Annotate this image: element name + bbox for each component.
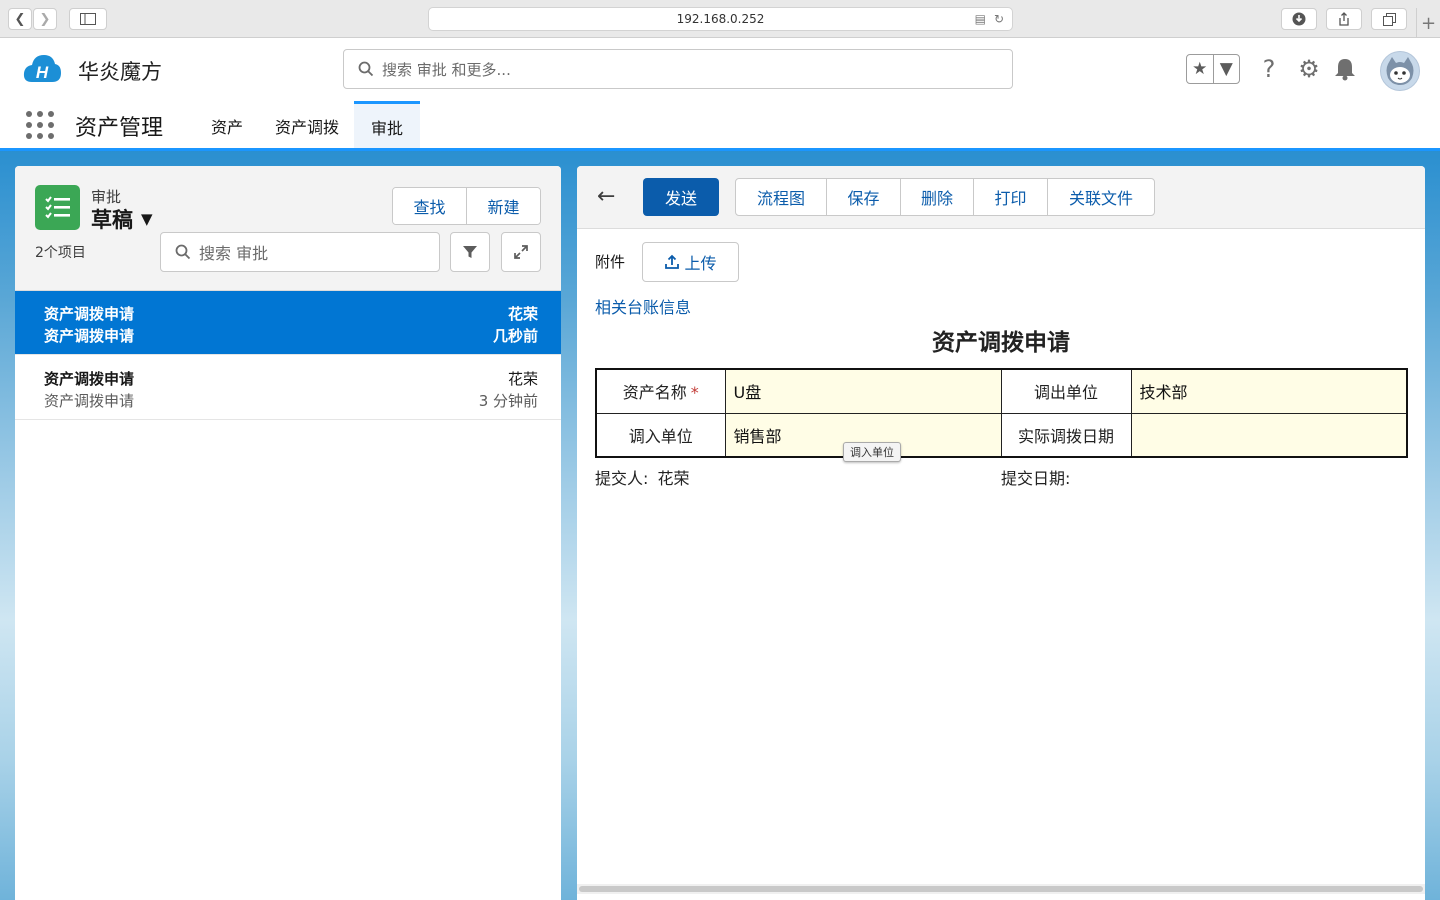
nav-tab-assets[interactable]: 资产 — [200, 101, 254, 150]
reload-icon[interactable]: ↻ — [994, 12, 1004, 26]
find-button[interactable]: 查找 — [393, 188, 467, 224]
nav-tab-asset-transfer[interactable]: 资产调拨 — [264, 101, 350, 150]
url-text: 192.168.0.252 — [676, 12, 765, 26]
required-mark: * — [690, 383, 699, 403]
sidebar-toggle-button[interactable] — [69, 8, 107, 30]
detail-panel: ← 发送 流程图 保存 删除 打印 关联文件 附件 上传 相关台账信息 资产调拨… — [577, 166, 1425, 900]
tabs-icon — [1382, 12, 1396, 26]
reader-icon[interactable]: ▤ — [975, 12, 986, 26]
favorites-dropdown-button[interactable]: ▼ — [1214, 55, 1240, 83]
upload-icon — [665, 254, 680, 269]
svg-text:H: H — [36, 63, 49, 82]
search-icon — [175, 244, 191, 260]
browser-back-button[interactable]: ❮ — [8, 8, 32, 30]
brand-logo-icon: H — [23, 55, 61, 82]
help-icon[interactable]: ? — [1254, 52, 1284, 86]
attachment-label: 附件 — [595, 253, 626, 271]
transfer-form-table: 资产名称 * U盘 调出单位 技术部 调入单位 销售部 实际调拨日期 — [595, 368, 1408, 458]
related-ledger-link[interactable]: 相关台账信息 — [595, 294, 691, 318]
approval-object-icon — [35, 185, 80, 230]
global-search-placeholder: 搜索 审批 和更多... — [382, 60, 511, 79]
list-header: 审批 草稿 ▼ 查找 新建 2个项目 搜索 审批 — [15, 166, 561, 291]
print-button[interactable]: 打印 — [974, 179, 1048, 215]
notifications-bell-icon[interactable] — [1330, 52, 1360, 86]
filter-button[interactable] — [450, 232, 490, 272]
list-item-time: 几秒前 — [492, 327, 538, 345]
new-button[interactable]: 新建 — [467, 188, 540, 224]
asset-name-field[interactable]: U盘 — [724, 368, 1002, 414]
delete-button[interactable]: 删除 — [901, 179, 974, 215]
upload-button[interactable]: 上传 — [642, 242, 739, 282]
share-button[interactable] — [1326, 8, 1362, 30]
submitter-value: 花荣 — [657, 469, 690, 488]
list-search-placeholder: 搜索 审批 — [199, 244, 269, 263]
list-item-owner: 花荣 — [507, 305, 538, 323]
share-icon — [1339, 12, 1349, 26]
detail-toolbar: ← 发送 流程图 保存 删除 打印 关联文件 — [577, 166, 1425, 229]
scrollbar-thumb[interactable] — [579, 886, 1423, 892]
list-item-title: 资产调拨申请 — [44, 370, 135, 388]
list-view-switcher[interactable]: 草稿 ▼ — [91, 204, 153, 234]
form-title: 资产调拨申请 — [932, 330, 1070, 356]
list-view-name: 草稿 — [91, 208, 133, 232]
download-icon — [1292, 12, 1306, 26]
brand-name: 华炎魔方 — [78, 60, 162, 84]
sidebar-icon — [80, 13, 96, 25]
favorites-button-group: ★ ▼ — [1186, 54, 1240, 84]
back-arrow-icon[interactable]: ← — [597, 184, 615, 209]
submitter-label: 提交人: — [595, 469, 649, 488]
app-name: 资产管理 — [75, 116, 164, 141]
submit-date-label: 提交日期: — [1001, 469, 1071, 488]
field-tooltip: 调入单位 — [843, 442, 901, 462]
list-item-subtitle: 资产调拨申请 — [44, 392, 135, 410]
flowchart-button[interactable]: 流程图 — [736, 179, 827, 215]
tabs-overview-button[interactable] — [1371, 8, 1407, 30]
detail-actions-group: 流程图 保存 删除 打印 关联文件 — [735, 178, 1155, 216]
app-launcher-button[interactable] — [26, 111, 54, 139]
save-button[interactable]: 保存 — [827, 179, 901, 215]
header-accent-bar — [0, 148, 1440, 151]
send-button[interactable]: 发送 — [643, 178, 719, 216]
list-actions-group: 查找 新建 — [392, 187, 541, 225]
list-item-owner: 花荣 — [507, 370, 538, 388]
settings-gear-icon[interactable]: ⚙ — [1294, 52, 1324, 86]
downloads-button[interactable] — [1281, 8, 1317, 30]
horizontal-scrollbar[interactable] — [577, 884, 1425, 894]
expand-button[interactable] — [501, 232, 541, 272]
list-item-time: 3 分钟前 — [478, 392, 538, 410]
list-item[interactable]: 资产调拨申请 资产调拨申请 花荣 几秒前 — [15, 291, 561, 355]
global-search-input[interactable]: 搜索 审批 和更多... — [343, 49, 1013, 89]
expand-arrows-icon — [514, 245, 528, 259]
favorite-star-button[interactable]: ★ — [1187, 55, 1214, 83]
in-unit-label: 调入单位 — [595, 412, 726, 458]
item-count: 2个项目 — [35, 245, 86, 261]
list-item-subtitle: 资产调拨申请 — [44, 327, 135, 345]
caret-down-icon: ▼ — [141, 210, 153, 228]
address-bar[interactable]: 192.168.0.252 ▤ ↻ — [428, 7, 1013, 31]
actual-date-field[interactable] — [1130, 412, 1408, 458]
user-avatar[interactable] — [1380, 51, 1420, 91]
list-panel: 审批 草稿 ▼ 查找 新建 2个项目 搜索 审批 资产调拨申请 资产调拨申请 花… — [15, 166, 561, 900]
browser-chrome: ❮ ❯ 192.168.0.252 ▤ ↻ + — [0, 0, 1440, 38]
submit-date: 提交日期: — [1001, 465, 1070, 489]
actual-date-label: 实际调拨日期 — [1000, 412, 1132, 458]
upload-label: 上传 — [684, 254, 717, 273]
related-files-button[interactable]: 关联文件 — [1048, 179, 1154, 215]
app-header: H 华炎魔方 搜索 审批 和更多... ★ ▼ ? ⚙ 资产管理 资产 资产调拨… — [0, 38, 1440, 150]
filter-funnel-icon — [463, 246, 477, 258]
avatar-cat-icon — [1386, 57, 1414, 85]
search-icon — [358, 61, 374, 77]
out-unit-label: 调出单位 — [1000, 368, 1132, 414]
nav-tab-approval[interactable]: 审批 — [354, 101, 420, 150]
list-item[interactable]: 资产调拨申请 资产调拨申请 花荣 3 分钟前 — [15, 356, 561, 420]
browser-forward-button[interactable]: ❯ — [33, 8, 57, 30]
list-item-title: 资产调拨申请 — [44, 305, 135, 323]
out-unit-field[interactable]: 技术部 — [1130, 368, 1408, 414]
list-search-input[interactable]: 搜索 审批 — [160, 232, 440, 272]
new-tab-button[interactable]: + — [1416, 8, 1440, 38]
submitter: 提交人: 花荣 — [595, 465, 690, 489]
asset-name-label: 资产名称 * — [595, 368, 726, 414]
